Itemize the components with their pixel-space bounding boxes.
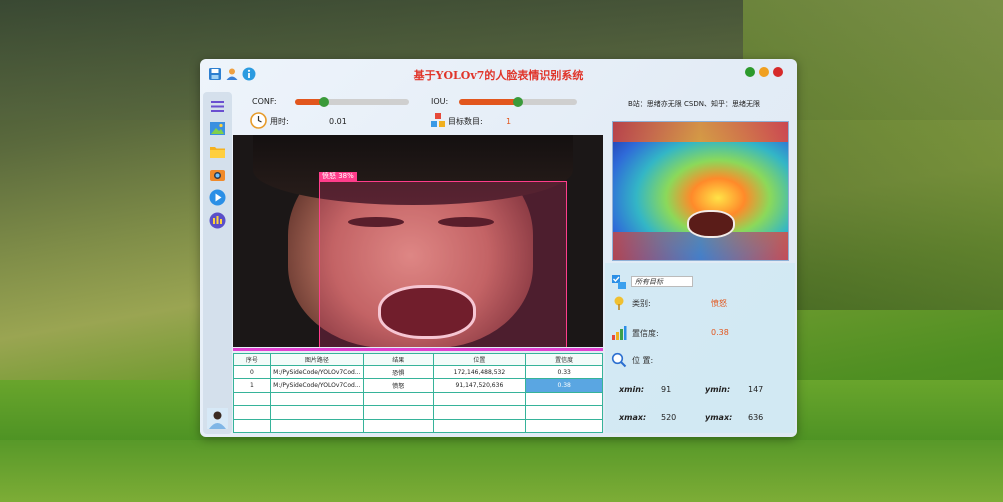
conf-slider-handle[interactable] — [318, 97, 329, 107]
desktop-field-lower — [0, 440, 1003, 502]
cell-position: 172,146,488,532 — [432, 364, 527, 380]
detection-box-label: 愤怒 38% — [319, 172, 357, 181]
target-count-icon — [431, 113, 445, 127]
col-result: 结果 — [362, 353, 434, 366]
col-index: 序号 — [233, 353, 271, 366]
table-row[interactable]: 0 M:/PySideCode/YOLOv7Cod... 恐惧 172,146,… — [233, 364, 603, 380]
cell-confidence: 0.33 — [525, 364, 603, 380]
cell-result: 愤怒 — [362, 378, 434, 393]
col-path: 图片路径 — [269, 353, 364, 366]
folder-icon[interactable] — [209, 143, 226, 160]
heatmap-preview — [612, 121, 789, 261]
window-title: 基于YOLOv7的人脸表情识别系统 — [413, 69, 584, 82]
detection-box — [319, 181, 567, 347]
menu-icon[interactable] — [209, 98, 226, 115]
model-icon[interactable] — [209, 212, 226, 229]
position-label: 位 置: — [632, 356, 654, 365]
table-row[interactable]: 1 M:/PySideCode/YOLOv7Cod... 愤怒 91,147,5… — [233, 378, 603, 393]
image-icon[interactable] — [209, 120, 226, 137]
confidence-label: 置信度: — [632, 329, 659, 338]
title-bar: 基于YOLOv7的人脸表情识别系统 — [200, 59, 797, 89]
conf-slider[interactable] — [295, 97, 409, 107]
app-window: 基于YOLOv7的人脸表情识别系统 CONF: IOU: B站：思绪亦无限 CS… — [200, 59, 797, 437]
detection-view: 愤怒 38% — [233, 135, 603, 347]
search-icon — [611, 352, 627, 368]
count-label: 目标数目: — [448, 117, 483, 126]
ymin-value: 147 — [748, 385, 764, 394]
iou-slider[interactable] — [459, 97, 577, 107]
avatar[interactable] — [207, 408, 228, 429]
pin-icon — [614, 296, 624, 310]
iou-slider-fill — [459, 99, 518, 105]
heatmap-mouth — [687, 210, 735, 238]
cell-index: 0 — [233, 364, 271, 380]
table-row-empty — [233, 405, 603, 420]
cell-path: M:/PySideCode/YOLOv7Cod... — [269, 364, 364, 380]
class-label: 类别: — [632, 299, 651, 308]
xmax-label: xmax: — [619, 413, 647, 422]
sidebar — [203, 92, 232, 434]
cell-index: 1 — [233, 378, 271, 393]
time-label: 用时: — [270, 117, 289, 126]
target-select[interactable]: 所有目标 — [631, 276, 693, 287]
xmin-value: 91 — [661, 385, 672, 394]
cell-result: 恐惧 — [362, 364, 434, 380]
bar-chart-icon — [612, 326, 627, 340]
detail-panel: 所有目标 类别: 愤怒 置信度: 0.38 位 置: xmin: 91 ymin… — [605, 263, 795, 433]
table-header-row: 序号 图片路径 结果 位置 置信度 — [233, 353, 603, 366]
col-confidence: 置信度 — [525, 353, 603, 366]
minimize-icon[interactable] — [745, 67, 755, 77]
heatmap-top-band — [613, 122, 788, 142]
play-icon[interactable] — [209, 189, 226, 206]
iou-slider-handle[interactable] — [513, 97, 523, 107]
camera-icon[interactable] — [209, 166, 226, 183]
cell-confidence-selected[interactable]: 0.38 — [525, 378, 603, 393]
credit-text: B站：思绪亦无限 CSDN、知乎：思绪无限 — [628, 100, 760, 108]
ymax-label: ymax: — [705, 413, 733, 422]
ymin-label: ymin: — [705, 385, 731, 394]
conf-label: CONF: — [252, 97, 277, 106]
xmax-value: 520 — [661, 413, 677, 422]
view-divider — [233, 348, 603, 351]
class-value: 愤怒 — [711, 299, 727, 308]
iou-label: IOU: — [431, 97, 449, 106]
results-table: 序号 图片路径 结果 位置 置信度 0 M:/PySideCode/YOLOv7… — [233, 353, 603, 434]
col-position: 位置 — [432, 353, 527, 366]
maximize-icon[interactable] — [759, 67, 769, 77]
table-row-empty — [233, 418, 603, 434]
table-row-empty — [233, 391, 603, 407]
close-icon[interactable] — [773, 67, 783, 77]
xmin-label: xmin: — [619, 385, 645, 394]
time-value: 0.01 — [329, 117, 347, 126]
checklist-icon — [612, 275, 626, 289]
confidence-value: 0.38 — [711, 328, 729, 337]
cell-path: M:/PySideCode/YOLOv7Cod... — [269, 378, 364, 393]
count-value: 1 — [506, 117, 512, 126]
cell-position: 91,147,520,636 — [432, 378, 527, 393]
ymax-value: 636 — [748, 413, 764, 422]
clock-icon — [250, 112, 267, 129]
